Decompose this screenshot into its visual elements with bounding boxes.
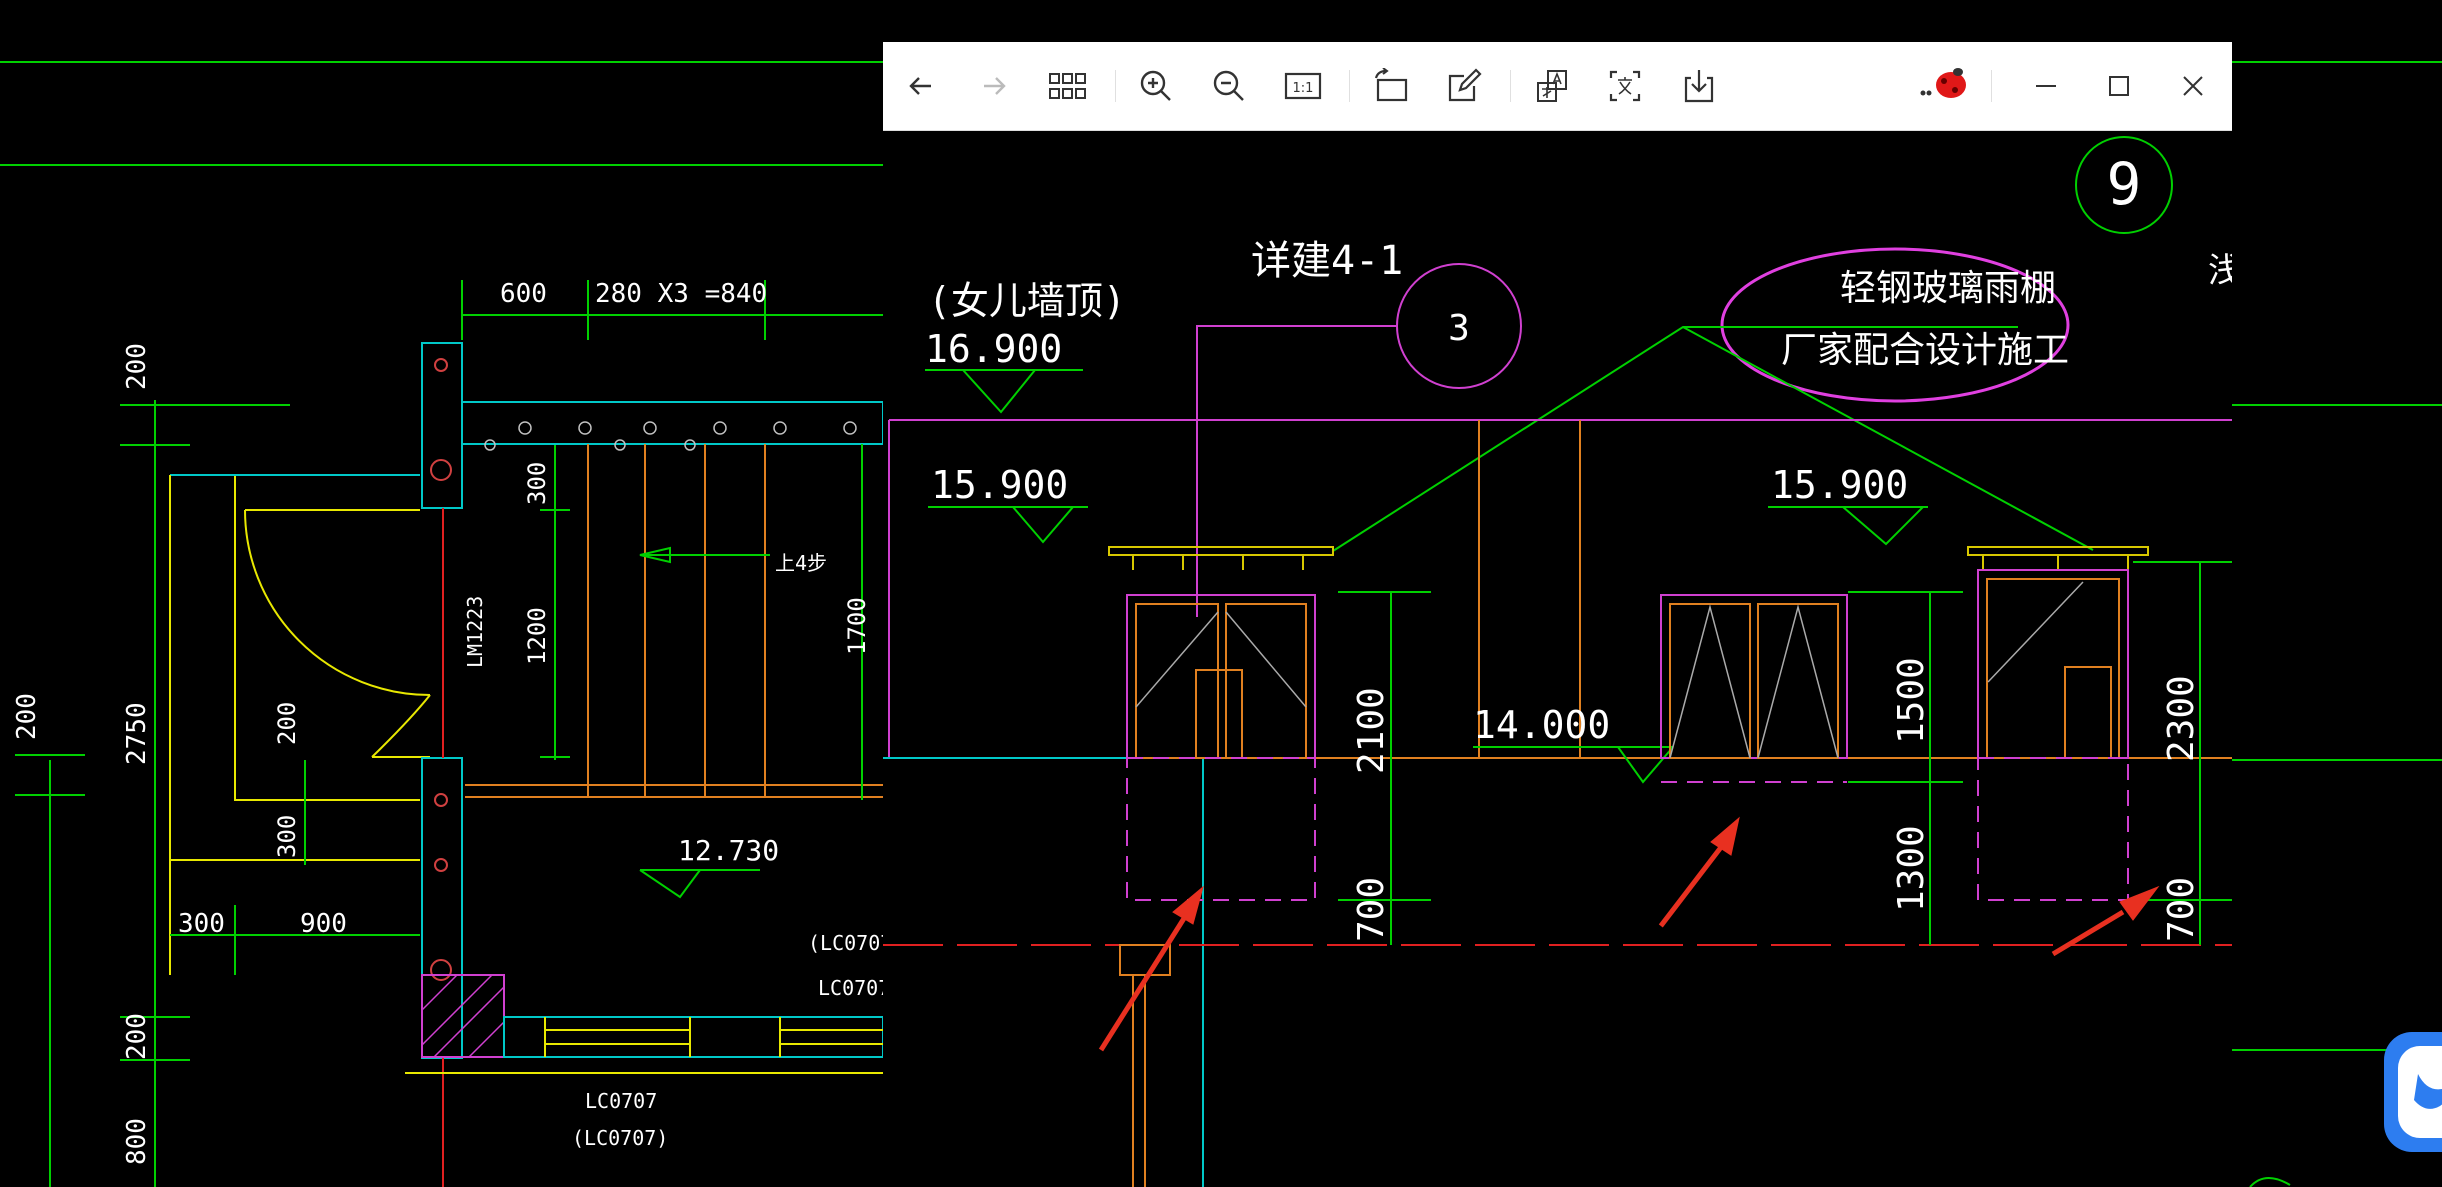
back-arrow-icon xyxy=(909,77,931,95)
window-label-2: LC0707 xyxy=(818,976,890,1000)
dim-300-inner: 300 xyxy=(273,815,301,858)
dim-bottom-900: 900 xyxy=(300,909,347,939)
canopy-note-line1: 轻钢玻璃雨棚 xyxy=(1840,268,2056,309)
elevation-14000: 14.000 xyxy=(1473,703,1610,747)
canopy-note-line2: 厂家配合设计施工 xyxy=(1781,330,2069,371)
svg-text:1:1: 1:1 xyxy=(1293,81,1314,96)
dim-700-left: 700 xyxy=(1351,877,1392,942)
dim-1200: 1200 xyxy=(523,607,551,665)
dim-200-inner: 200 xyxy=(273,702,301,745)
download-icon xyxy=(1684,70,1714,103)
detail-reference: 详建4-1 xyxy=(1251,238,1403,284)
window-label-1: (LC0707 xyxy=(808,931,892,955)
zoom-in-button[interactable] xyxy=(1128,58,1184,114)
actual-size-button[interactable]: 1:1 xyxy=(1275,58,1331,114)
dim-bottom-300: 300 xyxy=(178,909,225,939)
image-viewer-window[interactable]: 1:1 9 浅 (女儿墙顶) 16.900 详建4-1 3 轻钢玻璃雨棚 厂家配… xyxy=(883,42,2232,1187)
actual-size-icon: 1:1 xyxy=(1284,72,1322,100)
minimize-icon xyxy=(2036,85,2056,87)
download-button[interactable] xyxy=(1671,58,1727,114)
cut-text: 浅 xyxy=(2208,251,2232,291)
forward-arrow-icon xyxy=(984,77,1006,95)
dim-1500: 1500 xyxy=(1891,657,1932,744)
elevation-12730: 12.730 xyxy=(678,834,779,867)
detail-circle-9: 9 xyxy=(2107,150,2142,218)
zoom-out-icon xyxy=(1213,70,1244,101)
stair-up-label: 上4步 xyxy=(775,551,827,575)
grid-icon xyxy=(1049,73,1086,99)
dim-700-right: 700 xyxy=(2161,877,2202,942)
translate-icon xyxy=(1537,70,1567,102)
ocr-button[interactable] xyxy=(1597,58,1653,114)
dim-left-200b: 200 xyxy=(12,693,42,740)
elevation-15900-left: 15.900 xyxy=(931,463,1068,507)
ladybug-button[interactable] xyxy=(1908,58,1978,114)
dim-left-200c: 200 xyxy=(122,1013,152,1060)
minimize-button[interactable] xyxy=(2018,58,2074,114)
zoom-out-button[interactable] xyxy=(1201,58,1257,114)
door-label-lm1223: LM1223 xyxy=(463,596,487,668)
window-label-3: LC0707 xyxy=(585,1089,657,1113)
grid-view-button[interactable] xyxy=(1040,58,1096,114)
zoom-in-icon xyxy=(1140,70,1171,101)
viewer-cad-image: 9 浅 (女儿墙顶) 16.900 详建4-1 3 轻钢玻璃雨棚 厂家配合设计施… xyxy=(883,136,2232,1187)
edit-icon xyxy=(1448,68,1482,102)
dim-600: 600 xyxy=(500,279,547,309)
dim-left-200: 200 xyxy=(122,343,152,390)
dim-left-2750: 2750 xyxy=(122,702,152,765)
rotate-button[interactable] xyxy=(1363,58,1419,114)
viewer-toolbar: 1:1 xyxy=(883,42,2232,131)
ocr-icon xyxy=(1609,70,1641,102)
close-button[interactable] xyxy=(2165,58,2221,114)
dim-840: 280 X3 =840 xyxy=(595,279,767,309)
floating-assistant-handle[interactable] xyxy=(2384,1032,2442,1152)
bird-logo-icon xyxy=(2398,1046,2442,1138)
window-label-4: (LC0707) xyxy=(572,1126,668,1150)
dim-1300: 1300 xyxy=(1891,825,1932,912)
dim-2300: 2300 xyxy=(2161,675,2202,762)
elevation-15900-right: 15.900 xyxy=(1771,463,1908,507)
ladybug-icon xyxy=(1920,68,1966,98)
translate-button[interactable] xyxy=(1524,58,1580,114)
dim-1700: 1700 xyxy=(843,597,871,655)
dim-2100: 2100 xyxy=(1351,687,1392,774)
forward-button[interactable] xyxy=(966,58,1022,114)
dim-300: 300 xyxy=(523,462,551,505)
elevation-16900: 16.900 xyxy=(925,327,1062,371)
close-icon xyxy=(2183,76,2203,96)
dim-left-800: 800 xyxy=(122,1118,152,1165)
parapet-label: (女儿墙顶) xyxy=(928,279,1126,323)
rotate-icon xyxy=(1374,68,1408,102)
back-button[interactable] xyxy=(893,58,949,114)
maximize-button[interactable] xyxy=(2091,58,2147,114)
maximize-icon xyxy=(2109,76,2129,96)
edit-button[interactable] xyxy=(1436,58,1492,114)
detail-number-3: 3 xyxy=(1448,308,1470,349)
